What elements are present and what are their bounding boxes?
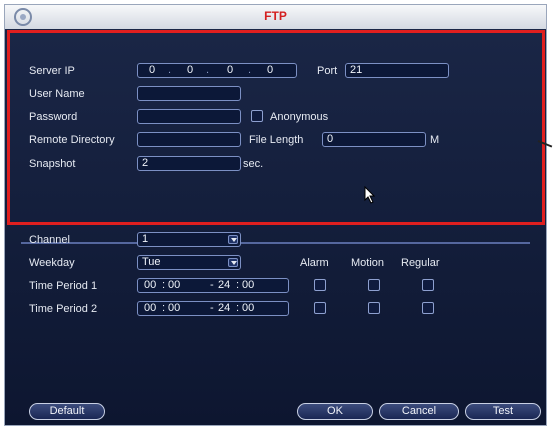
start-minute[interactable]: 00	[168, 302, 180, 315]
title-bar: FTP	[5, 5, 546, 29]
snapshot-label: Snapshot	[29, 158, 76, 170]
dialog-body: Server IP 0 . 0 . 0 . 0 Port 21 User Nam…	[5, 29, 546, 425]
time-dash: -	[210, 302, 214, 314]
period-2-motion-checkbox[interactable]	[368, 302, 380, 314]
user-name-label: User Name	[29, 88, 85, 100]
alarm-column-header: Alarm	[300, 257, 329, 269]
end-minute[interactable]: 00	[242, 279, 254, 292]
ip-dot: .	[206, 64, 210, 76]
ip-octet-2[interactable]: 0	[184, 64, 196, 77]
period-1-alarm-checkbox[interactable]	[314, 279, 326, 291]
dialog-title: FTP	[264, 9, 287, 23]
period-2-regular-checkbox[interactable]	[422, 302, 434, 314]
section-divider	[21, 242, 530, 244]
file-length-unit: M	[430, 134, 440, 146]
ip-dot: .	[168, 64, 172, 76]
port-label: Port	[317, 65, 338, 77]
file-length-label: File Length	[249, 134, 304, 146]
time-colon: :	[162, 279, 166, 291]
start-hour[interactable]: 00	[144, 279, 156, 292]
period-1-motion-checkbox[interactable]	[368, 279, 380, 291]
ftp-dialog: FTP Server IP 0 . 0 . 0 . 0 Port 21 User…	[4, 4, 547, 426]
chevron-down-icon[interactable]	[228, 235, 238, 244]
mouse-cursor-icon	[364, 186, 376, 204]
file-length-input[interactable]: 0	[322, 132, 426, 147]
snapshot-input[interactable]: 2	[137, 156, 241, 171]
motion-column-header: Motion	[351, 257, 385, 269]
start-minute[interactable]: 00	[168, 279, 180, 292]
user-name-input[interactable]	[137, 86, 241, 101]
channel-select[interactable]: 1	[137, 232, 241, 247]
period-1-regular-checkbox[interactable]	[422, 279, 434, 291]
channel-label: Channel	[29, 234, 70, 246]
cancel-button[interactable]: Cancel	[379, 403, 459, 420]
test-button[interactable]: Test	[465, 403, 541, 420]
password-input[interactable]	[137, 109, 241, 124]
time-period-1-input[interactable]: 00 : 00 - 24 : 00	[137, 278, 289, 293]
port-input[interactable]: 21	[345, 63, 449, 78]
end-minute[interactable]: 00	[242, 302, 254, 315]
ip-dot: .	[248, 64, 252, 76]
default-button[interactable]: Default	[29, 403, 105, 420]
channel-value: 1	[142, 233, 149, 245]
ip-octet-4[interactable]: 0	[264, 64, 276, 77]
weekday-label: Weekday	[29, 257, 75, 269]
time-colon: :	[236, 302, 240, 314]
server-ip-label: Server IP	[29, 65, 75, 77]
time-colon: :	[162, 302, 166, 314]
time-period-2-label: Time Period 2	[29, 303, 98, 315]
chevron-down-icon[interactable]	[228, 258, 238, 267]
password-label: Password	[29, 111, 78, 123]
weekday-value: Tue	[142, 256, 161, 268]
time-period-2-input[interactable]: 00 : 00 - 24 : 00	[137, 301, 289, 316]
regular-column-header: Regular	[401, 257, 440, 269]
period-2-alarm-checkbox[interactable]	[314, 302, 326, 314]
server-ip-field[interactable]: 0 . 0 . 0 . 0	[137, 63, 297, 78]
end-hour[interactable]: 24	[218, 279, 230, 292]
ok-button[interactable]: OK	[297, 403, 373, 420]
ip-octet-1[interactable]: 0	[146, 64, 158, 77]
anonymous-checkbox[interactable]	[251, 110, 263, 122]
weekday-select[interactable]: Tue	[137, 255, 241, 270]
anonymous-label: Anonymous	[270, 111, 329, 123]
remote-directory-label: Remote Directory	[29, 134, 115, 146]
snapshot-unit: sec.	[243, 158, 264, 170]
end-hour[interactable]: 24	[218, 302, 230, 315]
time-colon: :	[236, 279, 240, 291]
time-period-1-label: Time Period 1	[29, 280, 98, 292]
remote-directory-input[interactable]	[137, 132, 241, 147]
ip-octet-3[interactable]: 0	[224, 64, 236, 77]
start-hour[interactable]: 00	[144, 302, 156, 315]
time-dash: -	[210, 279, 214, 291]
